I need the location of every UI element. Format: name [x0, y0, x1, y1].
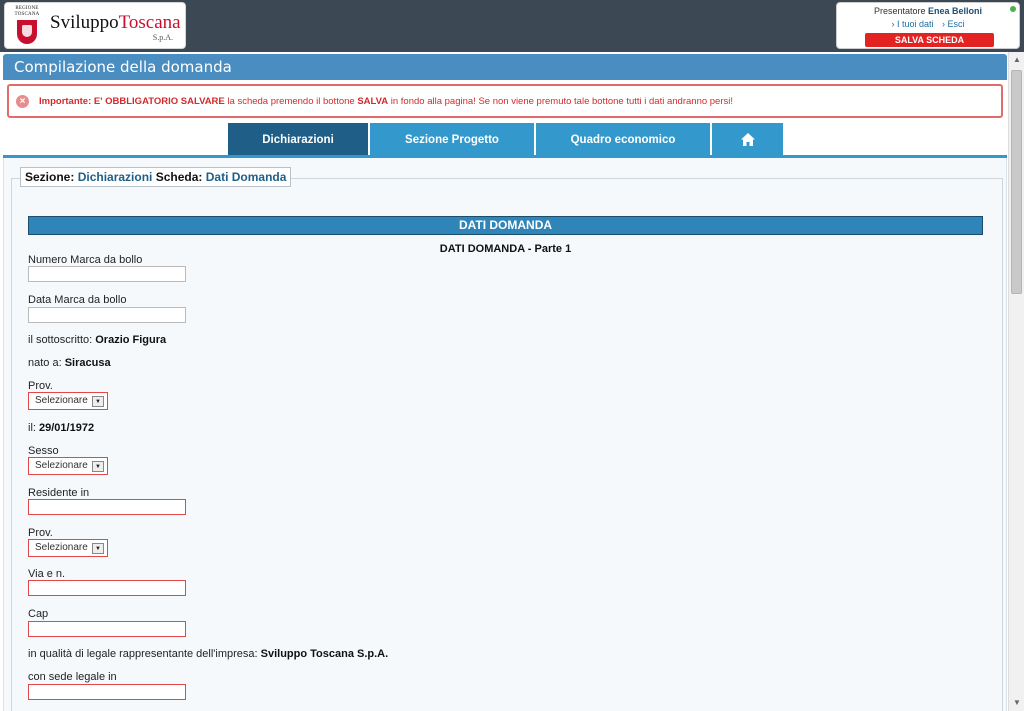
- scroll-down-icon[interactable]: ▼: [1009, 695, 1024, 711]
- section-header: DATI DOMANDA: [28, 216, 983, 235]
- section-subheader: DATI DOMANDA - Parte 1: [439, 243, 572, 255]
- via-label: Via e n.: [28, 568, 66, 580]
- prov2-select[interactable]: Selezionare ▼: [28, 539, 108, 557]
- nato-value: Siracusa: [64, 357, 111, 369]
- emblem-text: REGIONE TOSCANA: [14, 6, 40, 17]
- chevron-down-icon: ▼: [92, 461, 104, 472]
- birthdate-row: il: 29/01/1972: [28, 422, 94, 434]
- breadcrumb: Sezione: Dichiarazioni Scheda: Dati Doma…: [20, 167, 292, 187]
- tab-quadro-economico[interactable]: Quadro economico: [536, 123, 710, 157]
- prov2-select-value: Selezionare: [35, 542, 88, 553]
- chevron-down-icon: ▼: [92, 543, 104, 554]
- cap-label: Cap: [28, 608, 49, 620]
- home-icon: [740, 133, 755, 147]
- sesso-select[interactable]: Selezionare ▼: [28, 457, 108, 475]
- warning-salva: SALVA: [357, 96, 389, 107]
- sottoscritto-value: Orazio Figura: [95, 334, 167, 346]
- save-card-button[interactable]: SALVA SCHEDA: [865, 33, 994, 47]
- marca-label: Numero Marca da bollo: [28, 254, 143, 266]
- tab-home[interactable]: [712, 123, 783, 157]
- logo-name-part2: Toscana: [118, 12, 181, 33]
- residente-input[interactable]: [28, 499, 186, 515]
- prov-label: Prov.: [28, 380, 53, 392]
- sottoscritto-row: il sottoscritto: Orazio Figura: [28, 334, 166, 346]
- sede-label: con sede legale in: [28, 671, 117, 683]
- warning-rest: in fondo alla pagina! Se non viene premu…: [388, 96, 734, 107]
- user-info: Presentatore Enea Belloni: [837, 6, 1019, 16]
- chevron-down-icon: ▼: [92, 396, 104, 407]
- prov2-label: Prov.: [28, 527, 53, 539]
- warning-prefix: Importante: E' OBBLIGATORIO SALVARE: [39, 96, 225, 107]
- user-links: › I tuoi dati › Esci: [837, 19, 1019, 29]
- online-status-icon: [1010, 6, 1016, 12]
- qualita-row: in qualità di legale rappresentante dell…: [28, 648, 388, 660]
- nato-label: nato a:: [28, 357, 62, 369]
- shield-icon: [17, 20, 37, 44]
- region-emblem-icon: REGIONE TOSCANA: [11, 6, 43, 46]
- card-label: Scheda:: [155, 170, 203, 184]
- warning-mid: la scheda premendo il bottone: [224, 96, 358, 107]
- logo-suffix: S.p.A.: [152, 33, 173, 42]
- marca-bollo-input[interactable]: [28, 266, 186, 282]
- warning-banner: × Importante: E' OBBLIGATORIO SALVARE la…: [7, 84, 1003, 118]
- sottoscritto-label: il sottoscritto:: [28, 334, 93, 346]
- error-icon: ×: [16, 95, 29, 108]
- data-marca-input[interactable]: [28, 307, 186, 323]
- logo-name: SviluppoToscana: [50, 12, 181, 34]
- prov-select-value: Selezionare: [35, 395, 88, 406]
- sesso-select-value: Selezionare: [35, 460, 88, 471]
- logo[interactable]: REGIONE TOSCANA SviluppoToscana S.p.A.: [4, 2, 186, 49]
- residente-label: Residente in: [28, 487, 90, 499]
- user-name: Enea Belloni: [928, 6, 983, 16]
- user-panel: Presentatore Enea Belloni › I tuoi dati …: [836, 2, 1020, 49]
- page-title: Compilazione della domanda: [3, 54, 1007, 80]
- card-value: Dati Domanda: [205, 170, 287, 184]
- il-value: 29/01/1972: [39, 422, 95, 434]
- my-data-link[interactable]: › I tuoi dati: [891, 19, 933, 29]
- scrollbar-thumb[interactable]: [1011, 70, 1022, 294]
- section-value: Dichiarazioni: [77, 170, 153, 184]
- top-bar: REGIONE TOSCANA SviluppoToscana S.p.A. P…: [0, 0, 1024, 52]
- sede-input[interactable]: [28, 684, 186, 700]
- qualita-value: Sviluppo Toscana S.p.A.: [260, 648, 389, 660]
- warning-text: Importante: E' OBBLIGATORIO SALVARE la s…: [39, 96, 733, 107]
- scroll-up-icon[interactable]: ▲: [1009, 52, 1024, 68]
- cap-input[interactable]: [28, 621, 186, 637]
- user-prefix: Presentatore: [873, 6, 926, 16]
- vertical-scrollbar[interactable]: ▲ ▼: [1008, 52, 1024, 711]
- logout-link[interactable]: › Esci: [942, 19, 965, 29]
- logo-name-part1: Sviluppo: [50, 12, 119, 33]
- section-label: Sezione:: [25, 170, 75, 184]
- nato-row: nato a: Siracusa: [28, 357, 111, 369]
- data-marca-label: Data Marca da bollo: [28, 294, 127, 306]
- tab-dichiarazioni[interactable]: Dichiarazioni: [228, 123, 368, 157]
- il-label: il:: [28, 422, 36, 434]
- qualita-label: in qualità di legale rappresentante dell…: [28, 648, 258, 660]
- via-input[interactable]: [28, 580, 186, 596]
- prov-select[interactable]: Selezionare ▼: [28, 392, 108, 410]
- tab-sezione-progetto[interactable]: Sezione Progetto: [370, 123, 534, 157]
- sesso-label: Sesso: [28, 445, 59, 457]
